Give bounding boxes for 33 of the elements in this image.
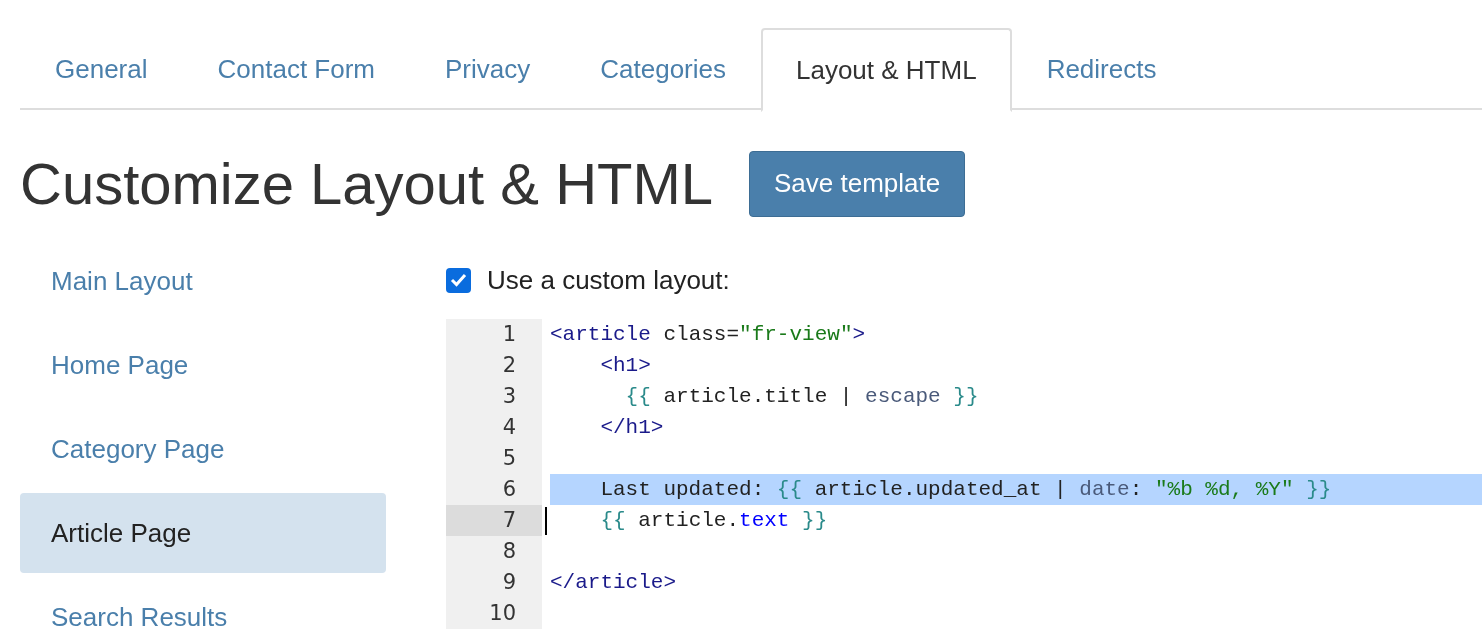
sidebar-item[interactable]: Category Page bbox=[20, 409, 386, 489]
line-number: 4 bbox=[446, 412, 542, 443]
checkbox[interactable] bbox=[446, 267, 471, 293]
sidebar-item[interactable]: Search Results bbox=[20, 577, 386, 630]
code-line: </article> bbox=[550, 570, 677, 596]
line-number: 8 bbox=[446, 536, 542, 567]
save-button[interactable]: Save template bbox=[749, 150, 966, 217]
check-icon bbox=[450, 273, 467, 287]
line-number: 2 bbox=[446, 350, 542, 381]
line-number: 1 bbox=[446, 319, 542, 350]
line-number: 3 bbox=[446, 381, 542, 412]
sidebar-item[interactable]: Home Page bbox=[20, 325, 386, 405]
line-number: 5 bbox=[446, 443, 542, 474]
line-number: 6 bbox=[446, 474, 542, 505]
line-number: 9 bbox=[446, 567, 542, 598]
tab[interactable]: Contact Form bbox=[182, 28, 410, 110]
code-line: {{ article.text }} bbox=[599, 508, 828, 534]
tab[interactable]: Categories bbox=[565, 28, 761, 110]
sidebar-item[interactable]: Main Layout bbox=[20, 241, 386, 321]
code-line: <h1> bbox=[599, 353, 651, 379]
text-cursor bbox=[545, 507, 547, 535]
tab[interactable]: Layout & HTML bbox=[761, 28, 1012, 112]
line-number: 10 bbox=[446, 598, 542, 629]
sidebar-item[interactable]: Article Page bbox=[20, 493, 386, 573]
code-line: <article class="fr-view"> bbox=[550, 322, 866, 348]
tab[interactable]: Redirects bbox=[1011, 28, 1192, 110]
line-number: 7 bbox=[446, 505, 542, 536]
tab[interactable]: Privacy bbox=[410, 28, 566, 110]
code-line: {{ article.title | escape }} bbox=[624, 384, 979, 410]
code-line: </h1> bbox=[599, 415, 664, 441]
checkbox-label: Use a custom layout: bbox=[487, 264, 730, 296]
tab[interactable]: General bbox=[20, 28, 183, 110]
page-heading: Customize Layout & HTML bbox=[20, 150, 714, 217]
